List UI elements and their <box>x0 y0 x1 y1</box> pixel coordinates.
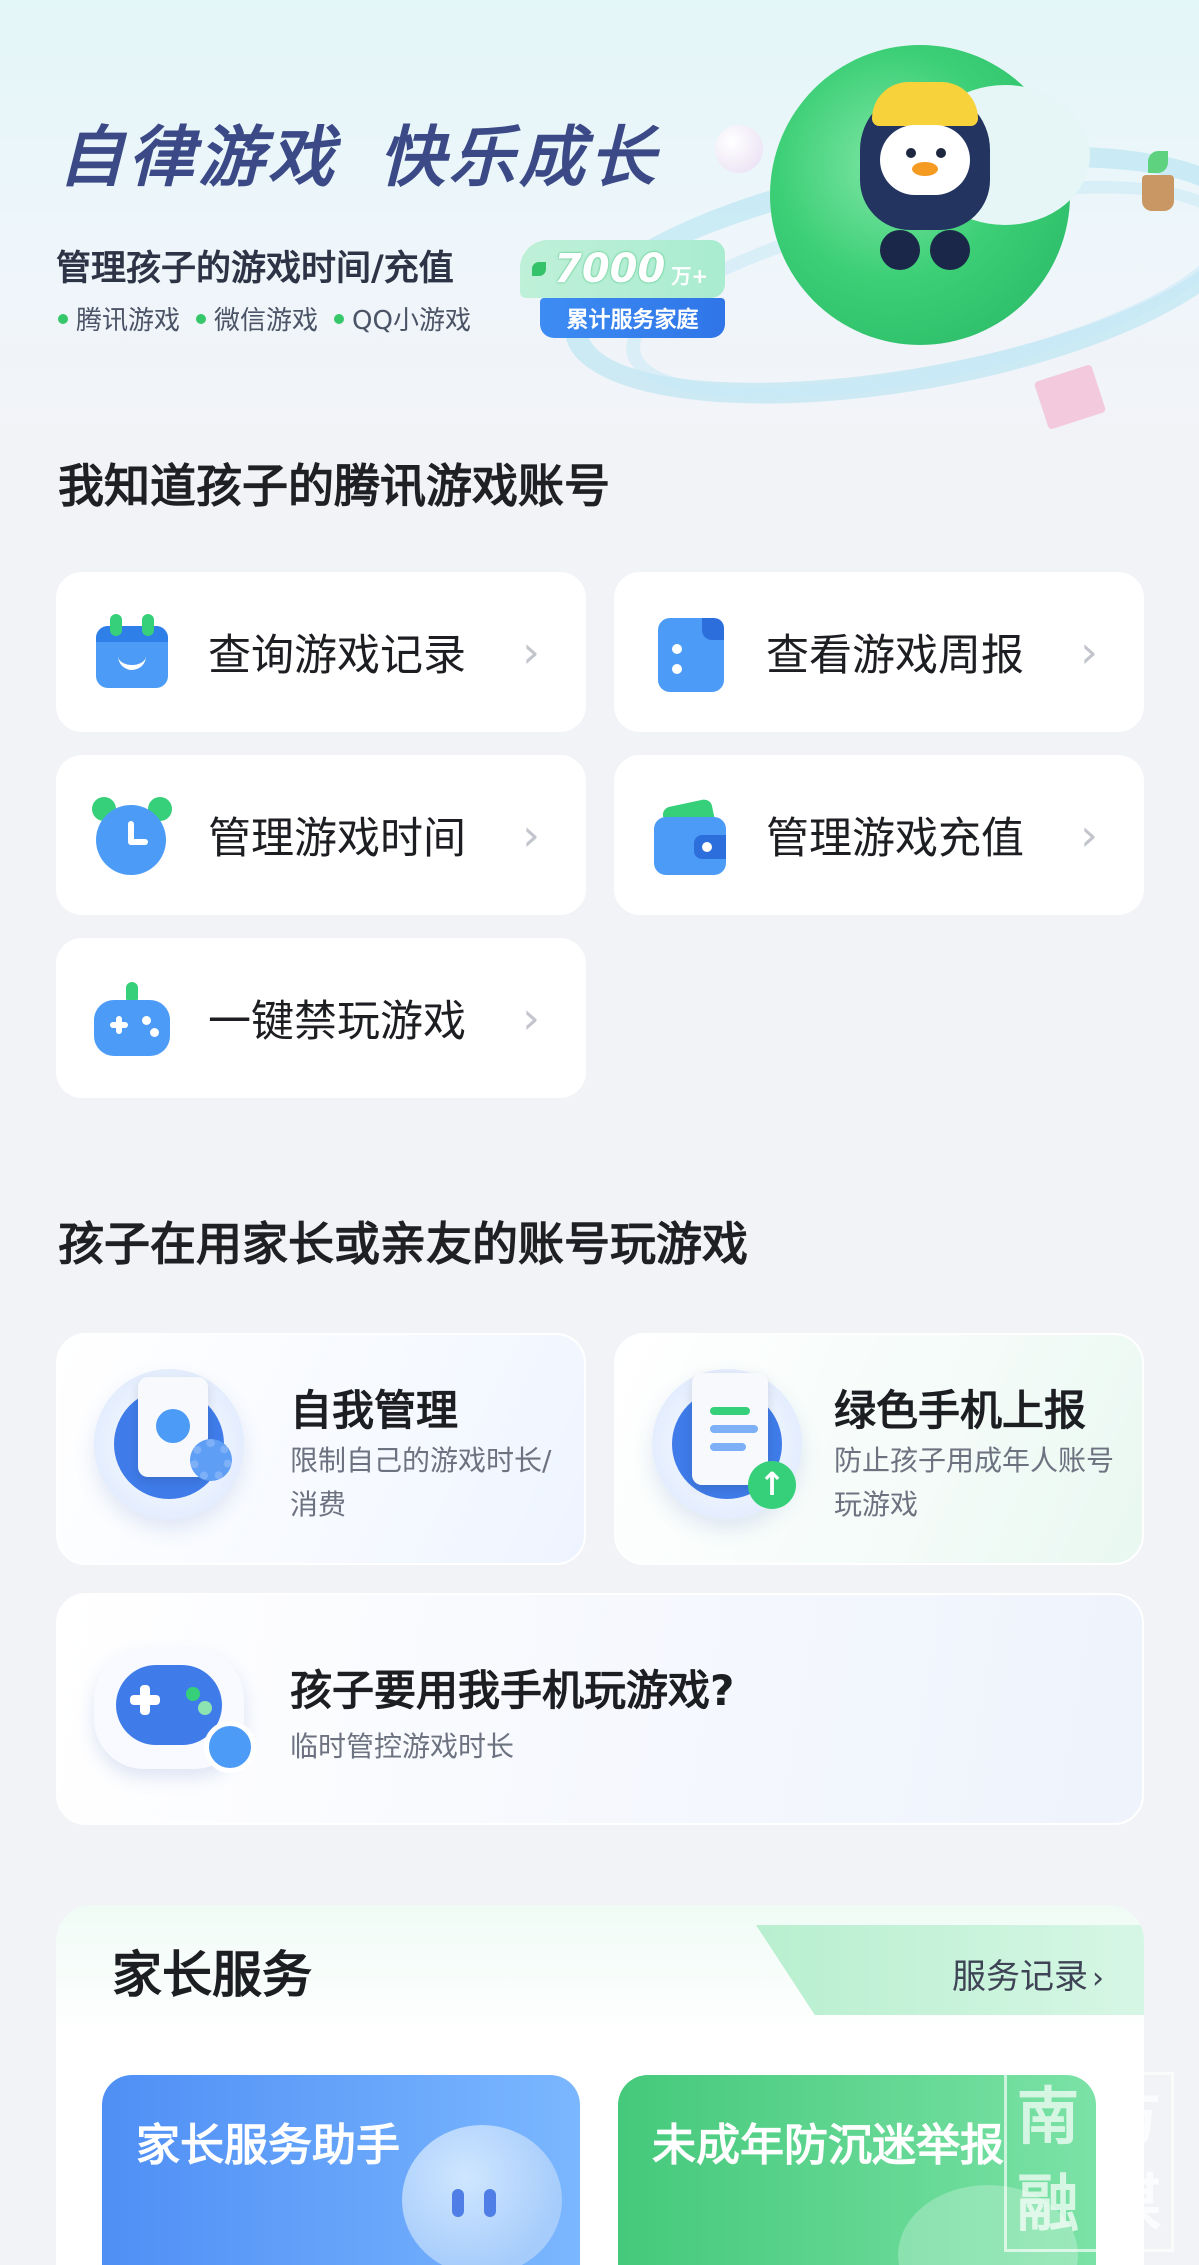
card-label: 查询游戏记录 <box>208 631 466 681</box>
card-description: 防止孩子用成年人账号玩游戏 <box>834 1444 1115 1521</box>
hero-subtitle: 管理孩子的游戏时间/充值 <box>56 249 454 289</box>
hero-title: 自律游戏 快乐成长 <box>58 119 659 196</box>
chevron-right-icon: › <box>522 809 540 861</box>
card-label: 查看游戏周报 <box>766 631 1024 681</box>
service-record-link[interactable]: 服务记录 › <box>952 1949 1104 1998</box>
card-label: 管理游戏充值 <box>766 814 1024 864</box>
one-click-ban-game-button[interactable]: 一键禁玩游戏 › <box>56 938 586 1098</box>
section-title-known-account: 我知道孩子的腾讯游戏账号 <box>58 459 610 513</box>
book-decoration <box>1033 363 1107 431</box>
chevron-right-icon: › <box>1080 809 1098 861</box>
service-count-badge: 7000 万+ 累计服务家庭 <box>520 240 725 340</box>
wallet-icon <box>650 795 730 875</box>
chevron-right-icon: › <box>522 992 540 1044</box>
badge-label: 累计服务家庭 <box>540 298 725 338</box>
gamepad-icon <box>92 978 172 1058</box>
chevron-right-icon: › <box>522 626 540 678</box>
card-label: 一键禁玩游戏 <box>208 997 466 1047</box>
manage-game-time-button[interactable]: 管理游戏时间 › <box>56 755 586 915</box>
penguin-mascot-image <box>850 70 1000 270</box>
card-label: 管理游戏时间 <box>208 814 466 864</box>
card-description: 临时管控游戏时长 <box>290 1730 515 1763</box>
hero-tag: 腾讯游戏 <box>58 300 180 337</box>
manage-game-recharge-button[interactable]: 管理游戏充值 › <box>614 755 1144 915</box>
media-watermark: 南方 融媒 <box>1004 2072 1174 2252</box>
hero-banner: 自律游戏 快乐成长 管理孩子的游戏时间/充值 腾讯游戏 微信游戏 QQ小游戏 7… <box>0 0 1199 440</box>
hero-tag: 微信游戏 <box>196 300 318 337</box>
chevron-right-icon: › <box>1080 626 1098 678</box>
report-icon <box>650 612 730 692</box>
parent-assistant-card[interactable]: 家长服务助手 <box>102 2075 580 2265</box>
robot-assistant-icon <box>402 2125 562 2265</box>
green-phone-report-card[interactable]: ↑ 绿色手机上报 防止孩子用成年人账号玩游戏 <box>614 1333 1144 1565</box>
card-title: 自我管理 <box>290 1386 459 1435</box>
temporary-control-card[interactable]: 孩子要用我手机玩游戏? 临时管控游戏时长 <box>56 1593 1144 1825</box>
plant-pot-decoration <box>1142 151 1174 211</box>
bullet-dot-icon <box>334 313 345 324</box>
clock-icon <box>204 1721 256 1773</box>
view-weekly-report-button[interactable]: 查看游戏周报 › <box>614 572 1144 732</box>
query-game-records-button[interactable]: 查询游戏记录 › <box>56 572 586 732</box>
parent-service-panel: 家长服务 服务记录 › 家长服务助手 未成年防沉迷举报 <box>56 1905 1144 2265</box>
card-title: 绿色手机上报 <box>834 1386 1087 1435</box>
self-management-illustration <box>94 1369 244 1519</box>
badge-unit: 万+ <box>671 263 709 288</box>
chevron-right-icon: › <box>1092 1961 1104 1996</box>
phone-upload-illustration: ↑ <box>652 1369 802 1519</box>
bubble-decoration <box>715 125 763 173</box>
bullet-dot-icon <box>58 313 68 324</box>
leaf-icon <box>532 262 546 276</box>
card-label: 家长服务助手 <box>136 2120 400 2171</box>
calendar-icon <box>92 612 172 692</box>
section-title-shared-account: 孩子在用家长或亲友的账号玩游戏 <box>58 1217 748 1271</box>
card-description: 限制自己的游戏时长/消费 <box>290 1444 552 1521</box>
card-label: 未成年防沉迷举报 <box>652 2120 1004 2171</box>
self-management-card[interactable]: 自我管理 限制自己的游戏时长/消费 <box>56 1333 586 1565</box>
badge-number: 7000 <box>554 246 666 292</box>
bullet-dot-icon <box>196 313 207 324</box>
upload-arrow-icon: ↑ <box>748 1461 796 1509</box>
hero-tag: QQ小游戏 <box>334 300 471 337</box>
alarm-clock-icon <box>92 795 172 875</box>
hero-tags: 腾讯游戏 微信游戏 QQ小游戏 <box>58 300 471 337</box>
gamepad-clock-illustration <box>94 1635 256 1785</box>
card-title: 孩子要用我手机玩游戏? <box>290 1666 735 1715</box>
parent-service-title: 家长服务 <box>112 1946 312 2004</box>
